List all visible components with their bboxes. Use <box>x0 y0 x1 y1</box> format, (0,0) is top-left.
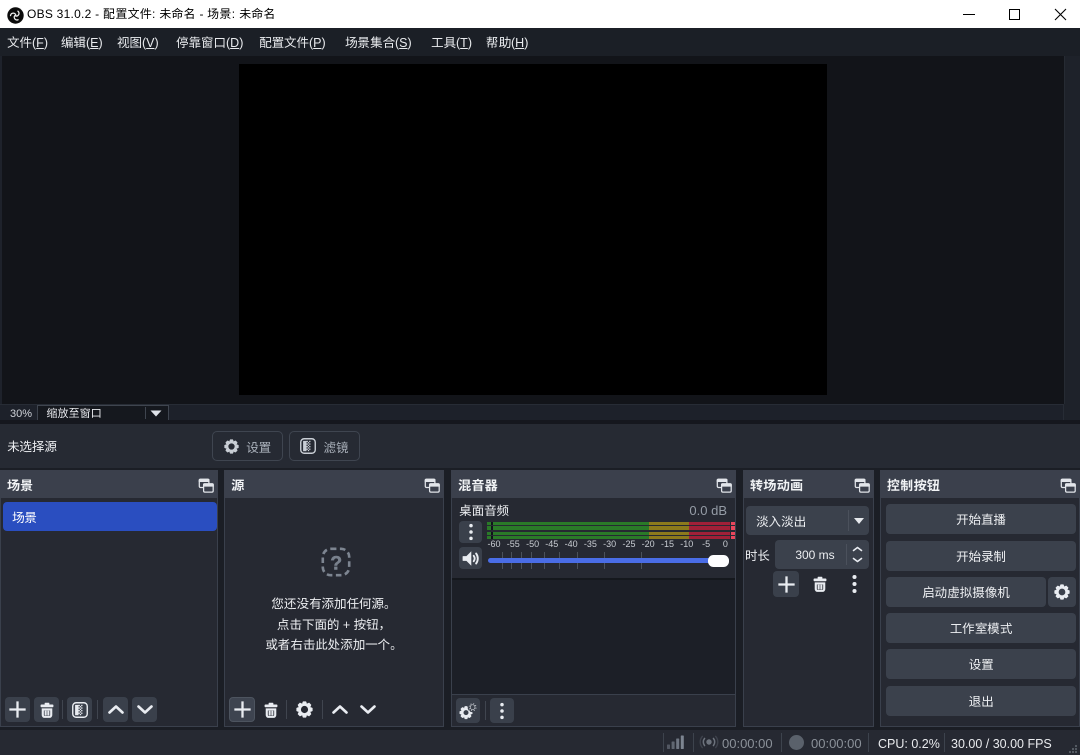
svg-text:?: ? <box>330 553 342 575</box>
